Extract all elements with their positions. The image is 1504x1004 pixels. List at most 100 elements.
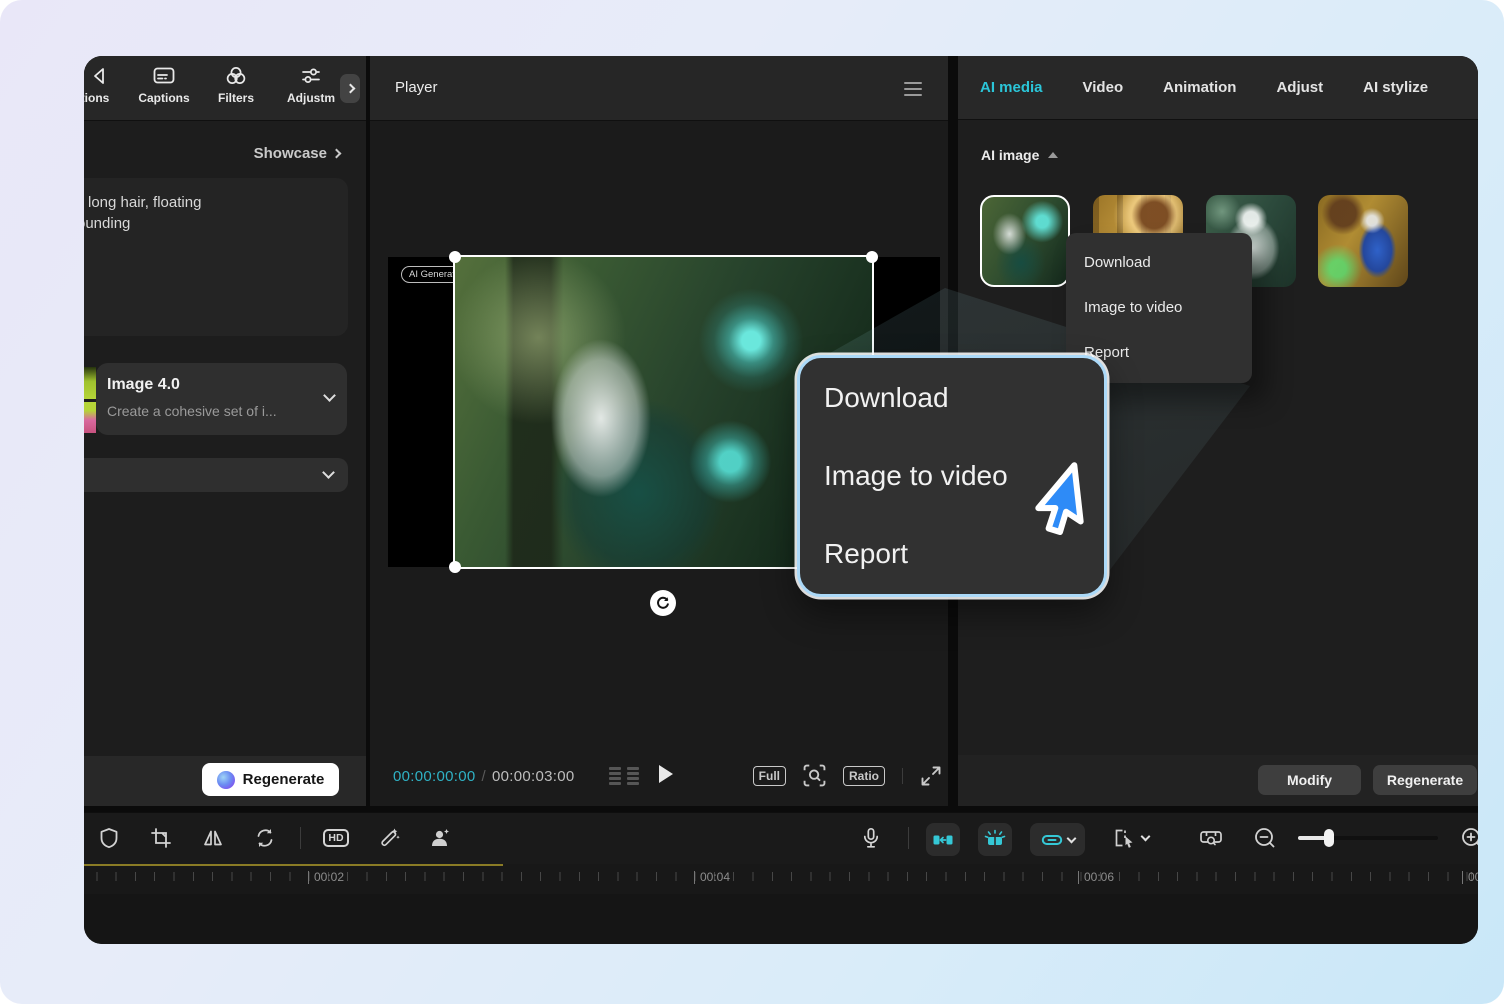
cursor-select-icon — [1113, 827, 1135, 849]
chevron-right-icon — [332, 149, 342, 159]
timeline-fit-icon[interactable] — [1197, 824, 1225, 852]
focus-zoom-icon[interactable] — [803, 764, 826, 787]
zoom-in-icon[interactable] — [1458, 824, 1478, 852]
menu-item-download[interactable]: Download — [1084, 254, 1252, 271]
style-thumbnail-partial[interactable] — [84, 367, 96, 399]
zoom-slider[interactable] — [1298, 836, 1438, 840]
showcase-link[interactable]: Showcase — [254, 145, 340, 162]
auto-split-button[interactable] — [978, 823, 1012, 856]
magnetic-snap-icon — [932, 830, 954, 850]
select-tool-button[interactable] — [1110, 824, 1152, 852]
ai-image-thumbnail-selected[interactable] — [980, 195, 1070, 287]
top-toolbar: tions Captions Filters — [84, 56, 366, 121]
menu-item-report[interactable]: Report — [1084, 344, 1252, 361]
fullscreen-icon[interactable] — [920, 765, 942, 787]
tab-ai-stylize[interactable]: AI stylize — [1363, 79, 1428, 96]
regenerate-button[interactable]: Regenerate — [202, 763, 339, 796]
frame-view-icon[interactable] — [609, 767, 639, 785]
ruler-ticks — [84, 872, 1478, 881]
divider — [902, 768, 903, 784]
link-icon — [1041, 830, 1063, 850]
play-button[interactable] — [659, 765, 673, 783]
ruler-label: 00:04 — [694, 870, 730, 884]
resize-handle-top-right[interactable] — [866, 251, 878, 263]
player-title: Player — [395, 79, 438, 96]
ruler-label: 00:08 — [1462, 870, 1478, 884]
zoom-slider-knob[interactable] — [1324, 829, 1334, 847]
menu-item-image-to-video[interactable]: Image to video — [1084, 299, 1252, 316]
tab-label: Filters — [218, 91, 254, 105]
tab-ai-media[interactable]: AI media — [980, 79, 1043, 96]
right-panel-footer: Modify Regenerate — [958, 755, 1478, 806]
right-panel-tabs: AI media Video Animation Adjust AI styli… — [958, 56, 1478, 120]
shield-icon[interactable] — [95, 824, 123, 852]
menu-item-download-magnified[interactable]: Download — [824, 381, 1080, 415]
clip-duration-marker — [84, 864, 503, 866]
section-title: AI image — [981, 147, 1039, 163]
tab-label: tions — [84, 91, 109, 105]
ratio-button[interactable]: Ratio — [843, 766, 885, 786]
player-controls: 00:00:00:00 / 00:00:03:00 Full Ratio — [370, 750, 948, 806]
prompt-text-line: rounding — [84, 213, 334, 234]
model-selector[interactable]: Image 4.0 Create a cohesive set of i... — [96, 363, 347, 435]
prompt-textarea[interactable]: long hair, floating rounding — [84, 178, 348, 336]
cursor-pointer-icon — [1034, 464, 1112, 550]
tab-captions[interactable]: Captions — [135, 64, 193, 105]
resize-handle-bottom-left[interactable] — [449, 561, 461, 573]
ruler-label: 00:06 — [1078, 870, 1114, 884]
filters-icon — [224, 64, 248, 88]
link-button[interactable] — [1030, 823, 1085, 856]
auto-enhance-wand-icon[interactable] — [375, 824, 403, 852]
modify-button[interactable]: Modify — [1258, 765, 1361, 795]
timeline-track-area[interactable] — [84, 894, 1478, 944]
options-dropdown[interactable] — [84, 458, 348, 492]
replace-icon[interactable] — [251, 824, 279, 852]
crop-icon[interactable] — [147, 824, 175, 852]
tab-label: Adjustm — [287, 91, 335, 105]
hd-label: HD — [323, 829, 348, 847]
player-header: Player — [370, 56, 948, 121]
triangle-up-icon — [1048, 152, 1058, 158]
timecode-separator: / — [482, 768, 486, 785]
divider — [286, 824, 314, 852]
tab-transitions[interactable]: tions — [84, 64, 120, 105]
divider — [894, 824, 922, 852]
ai-image-thumbnail[interactable] — [1318, 195, 1408, 287]
tab-adjustment[interactable]: Adjustm — [281, 64, 341, 105]
tab-label: Captions — [138, 91, 189, 105]
current-time: 00:00:00:00 — [393, 768, 476, 785]
prompt-text-line: long hair, floating — [88, 192, 334, 213]
microphone-icon[interactable] — [857, 824, 885, 852]
ai-image-section-header[interactable]: AI image — [981, 147, 1058, 163]
regenerate-button-right[interactable]: Regenerate — [1373, 765, 1477, 795]
rotate-handle[interactable] — [650, 590, 676, 616]
left-panel: tions Captions Filters — [84, 56, 366, 806]
toolbar-more-button[interactable] — [340, 74, 360, 103]
magnetic-snap-button[interactable] — [926, 823, 960, 856]
transitions-icon — [84, 64, 107, 88]
adjustment-icon — [299, 64, 323, 88]
style-thumbnail-partial[interactable] — [84, 402, 96, 433]
hd-badge[interactable]: HD — [322, 824, 350, 852]
ai-gradient-orb-icon — [217, 771, 235, 789]
timecode: 00:00:00:00 / 00:00:03:00 — [393, 768, 575, 785]
portrait-retouch-icon[interactable] — [426, 824, 454, 852]
tab-video[interactable]: Video — [1083, 79, 1124, 96]
chevron-down-icon — [323, 389, 336, 402]
timeline-ruler[interactable]: 00:02 00:04 00:06 00:08 — [84, 864, 1478, 894]
chevron-right-icon — [345, 84, 355, 94]
full-button[interactable]: Full — [753, 766, 786, 786]
zoom-out-icon[interactable] — [1251, 824, 1279, 852]
flip-horizontal-icon[interactable] — [199, 824, 227, 852]
regenerate-label: Regenerate — [243, 771, 325, 788]
total-duration: 00:00:03:00 — [492, 768, 575, 785]
hamburger-menu-icon[interactable] — [904, 82, 922, 96]
chevron-down-icon — [322, 466, 335, 479]
tab-adjust[interactable]: Adjust — [1276, 79, 1323, 96]
tab-animation[interactable]: Animation — [1163, 79, 1236, 96]
tab-filters[interactable]: Filters — [208, 64, 264, 105]
resize-handle-top-left[interactable] — [449, 251, 461, 263]
select-dropdown-chevron[interactable] — [1141, 832, 1151, 842]
link-dropdown-chevron[interactable] — [1066, 833, 1076, 843]
auto-split-icon — [984, 829, 1006, 851]
